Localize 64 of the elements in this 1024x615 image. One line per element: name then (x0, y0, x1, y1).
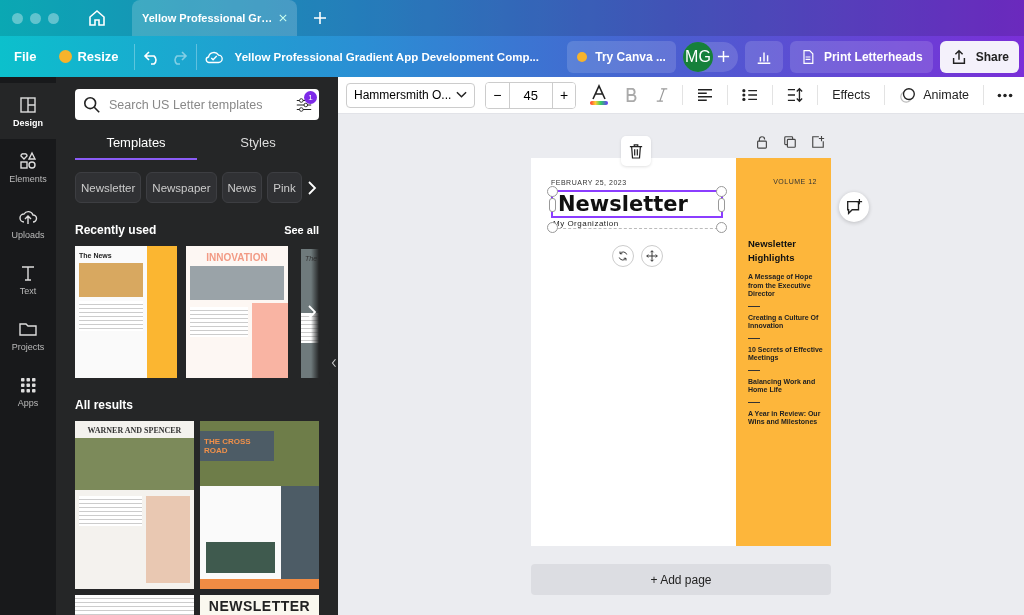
text-color-icon[interactable] (589, 84, 610, 106)
side-handle[interactable] (549, 198, 556, 212)
template-thumbnail[interactable]: NEWSLETTER (200, 595, 319, 615)
add-page-button[interactable]: + Add page (531, 564, 831, 595)
effects-button[interactable]: Effects (828, 88, 875, 102)
resize-handle[interactable] (547, 186, 558, 197)
new-tab-icon[interactable] (313, 11, 327, 25)
add-icon[interactable] (716, 50, 730, 63)
bullet-list-icon[interactable] (741, 88, 760, 102)
try-canva-button[interactable]: Try Canva ... (567, 40, 676, 73)
rail-item[interactable]: Projects (0, 307, 56, 363)
section-heading: All results (75, 398, 134, 412)
font-size-input[interactable]: 45 (508, 82, 553, 108)
analytics-button[interactable] (744, 40, 783, 73)
lock-icon[interactable] (755, 135, 769, 149)
see-all-link[interactable]: See all (284, 224, 319, 236)
resize-handle[interactable] (716, 222, 727, 233)
section-heading: Recently used (75, 223, 157, 237)
animate-icon (899, 86, 918, 104)
add-page-icon[interactable] (811, 135, 825, 149)
more-options-icon[interactable] (997, 92, 1013, 98)
rail-item[interactable]: Design (0, 83, 56, 139)
side-handle[interactable] (718, 198, 725, 212)
delete-button[interactable] (621, 136, 651, 166)
filter-chip[interactable]: News (221, 172, 263, 203)
document-title[interactable]: Yellow Professional Gradient App Development Comp... (234, 50, 561, 63)
rail-item[interactable]: Apps (0, 363, 56, 419)
chevron-down-icon (456, 91, 468, 99)
resize-handle[interactable] (716, 186, 727, 197)
shapes-icon (18, 150, 38, 171)
filter-chip[interactable]: Newsletter (75, 172, 142, 203)
panel-tab[interactable]: Templates (75, 130, 197, 160)
search-field[interactable]: Search US Letter templates 1 (75, 89, 319, 120)
align-left-icon[interactable] (696, 88, 715, 102)
rotate-handle[interactable] (612, 245, 634, 267)
filter-icon[interactable] (295, 95, 313, 114)
filter-chip[interactable]: Pink (267, 172, 302, 203)
rail-item[interactable]: Elements (0, 139, 56, 195)
duplicate-icon[interactable] (783, 135, 797, 149)
user-avatar[interactable]: MG (682, 41, 713, 72)
home-icon[interactable] (87, 8, 107, 28)
line-spacing-icon[interactable] (786, 87, 805, 103)
chevron-right-icon[interactable] (306, 179, 317, 196)
move-handle[interactable] (641, 245, 663, 267)
chevron-right-icon[interactable] (307, 304, 317, 320)
share-button[interactable]: Share (939, 40, 1019, 73)
print-letterheads-button[interactable]: Print Letterheads (789, 40, 933, 73)
trash-icon (629, 143, 643, 159)
italic-icon[interactable] (655, 87, 670, 103)
search-icon (83, 95, 101, 114)
template-thumbnail[interactable]: WARNER AND SPENCER (75, 421, 194, 589)
close-icon[interactable] (277, 12, 289, 24)
rail-item[interactable]: Text (0, 251, 56, 307)
add-comment-button[interactable] (839, 192, 869, 222)
filter-count-badge: 1 (304, 90, 317, 104)
rail-item[interactable]: Uploads (0, 195, 56, 251)
font-size-control[interactable]: − 45 + (485, 81, 577, 109)
highlights-heading: Newsletter Highlights (748, 237, 798, 265)
font-dropdown[interactable]: Hammersmith O... (346, 82, 476, 108)
filter-chip[interactable]: Newspaper (146, 172, 217, 203)
comment-icon (845, 198, 863, 216)
animate-button[interactable]: Animate (895, 86, 974, 104)
panel-tab[interactable]: Styles (197, 130, 319, 160)
layout-icon (18, 94, 38, 115)
